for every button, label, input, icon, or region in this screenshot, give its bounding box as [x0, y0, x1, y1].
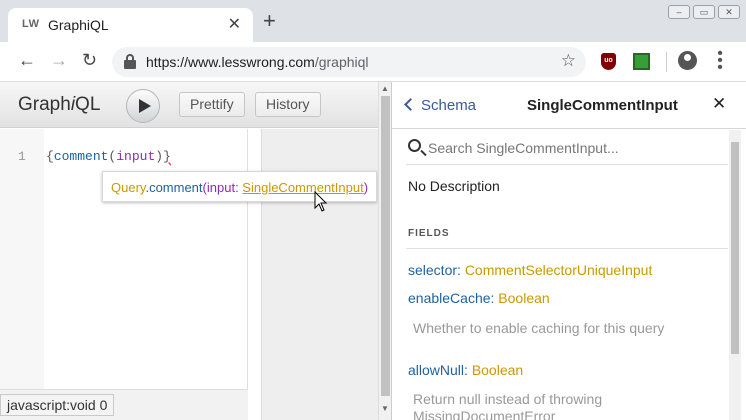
ublock-extension-icon[interactable]: uo [601, 53, 616, 70]
tab-close-icon[interactable]: ✕ [228, 14, 241, 34]
schema-back-link[interactable]: Schema [404, 97, 476, 114]
field-enable-cache: enableCache: Boolean [408, 290, 550, 306]
browser-menu-icon[interactable]: • • • [716, 46, 724, 76]
browser-titlebar: LW GraphiQL ✕ + – ▭ ✕ [0, 0, 746, 42]
field-name-link[interactable]: allowNull [408, 362, 464, 378]
forward-arrow-icon[interactable]: → [50, 50, 68, 71]
section-divider [406, 248, 728, 249]
doc-explorer: Schema SingleCommentInput ✕ No Descripti… [391, 82, 746, 420]
new-tab-button[interactable]: + [263, 10, 276, 32]
prettify-button[interactable]: Prettify [179, 92, 245, 117]
error-squiggle: } [163, 149, 171, 164]
field-type-link[interactable]: CommentSelectorUniqueInput [465, 262, 653, 278]
scrollbar-thumb[interactable] [381, 96, 390, 396]
chevron-left-icon [404, 98, 417, 111]
field-type-link[interactable]: Boolean [472, 362, 523, 378]
graphiql-scrollbar[interactable]: ▲ ▼ [378, 82, 391, 420]
maximize-icon[interactable]: ▭ [693, 5, 715, 19]
graphiql-app: GraphiQL Prettify History 1 {comment(inp… [0, 82, 746, 420]
field-name-link[interactable]: enableCache [408, 290, 491, 306]
field-description: Whether to enable caching for this query [413, 320, 665, 336]
browser-tab[interactable]: LW GraphiQL ✕ [8, 8, 253, 42]
bookmark-star-icon[interactable]: ☆ [561, 51, 576, 71]
scroll-up-icon[interactable]: ▲ [381, 84, 389, 93]
doc-search-input[interactable] [428, 137, 718, 159]
close-window-icon[interactable]: ✕ [718, 5, 740, 19]
line-number-gutter: 1 [0, 129, 44, 389]
field-description: Return null instead of throwing MissingD… [413, 391, 603, 420]
minimize-icon[interactable]: – [668, 5, 690, 19]
doc-scrollbar-thumb[interactable] [731, 142, 739, 354]
reload-icon[interactable]: ↻ [82, 50, 97, 71]
type-description: No Description [408, 178, 500, 194]
green-extension-icon[interactable] [633, 53, 650, 70]
url-text[interactable]: https://www.lesswrong.com/graphiql [146, 54, 369, 70]
type-link[interactable]: SingleCommentInput [242, 180, 363, 195]
field-selector: selector: CommentSelectorUniqueInput [408, 262, 653, 278]
query-editor[interactable]: 1 {comment(input)} [0, 129, 248, 389]
doc-search [406, 133, 728, 165]
line-number: 1 [18, 149, 26, 164]
fields-section-title: FIELDS [408, 228, 450, 239]
history-button[interactable]: History [255, 92, 321, 117]
execute-query-button[interactable] [126, 89, 160, 123]
tab-title: GraphiQL [48, 17, 109, 33]
mouse-cursor-icon [314, 191, 328, 212]
tab-favicon: LW [22, 18, 40, 30]
browser-toolbar: ← → ↻ https://www.lesswrong.com/graphiql… [0, 42, 746, 82]
scroll-down-icon[interactable]: ▼ [381, 404, 389, 413]
graphiql-toolbar: GraphiQL Prettify History [0, 82, 378, 128]
search-icon [408, 139, 421, 152]
address-bar[interactable]: https://www.lesswrong.com/graphiql ☆ [112, 47, 586, 77]
graphiql-logo: GraphiQL [18, 94, 101, 115]
field-allow-null: allowNull: Boolean [408, 362, 524, 378]
query-code[interactable]: {comment(input)} [46, 149, 171, 164]
toolbar-separator [666, 52, 667, 72]
hover-tooltip: Query.comment(input: SingleCommentInput) [102, 171, 377, 202]
back-arrow-icon[interactable]: ← [18, 50, 36, 71]
field-type-link[interactable]: Boolean [498, 290, 549, 306]
status-bar: javascript:void 0 [0, 394, 115, 416]
doc-scrollbar[interactable] [729, 130, 741, 420]
doc-explorer-header: Schema SingleCommentInput ✕ [392, 82, 746, 129]
account-icon[interactable] [678, 51, 697, 70]
doc-explorer-title: SingleCommentInput [527, 97, 678, 114]
field-name-link[interactable]: selector [408, 262, 457, 278]
close-docs-icon[interactable]: ✕ [712, 94, 726, 114]
lock-icon [124, 54, 136, 69]
play-icon [139, 99, 151, 113]
